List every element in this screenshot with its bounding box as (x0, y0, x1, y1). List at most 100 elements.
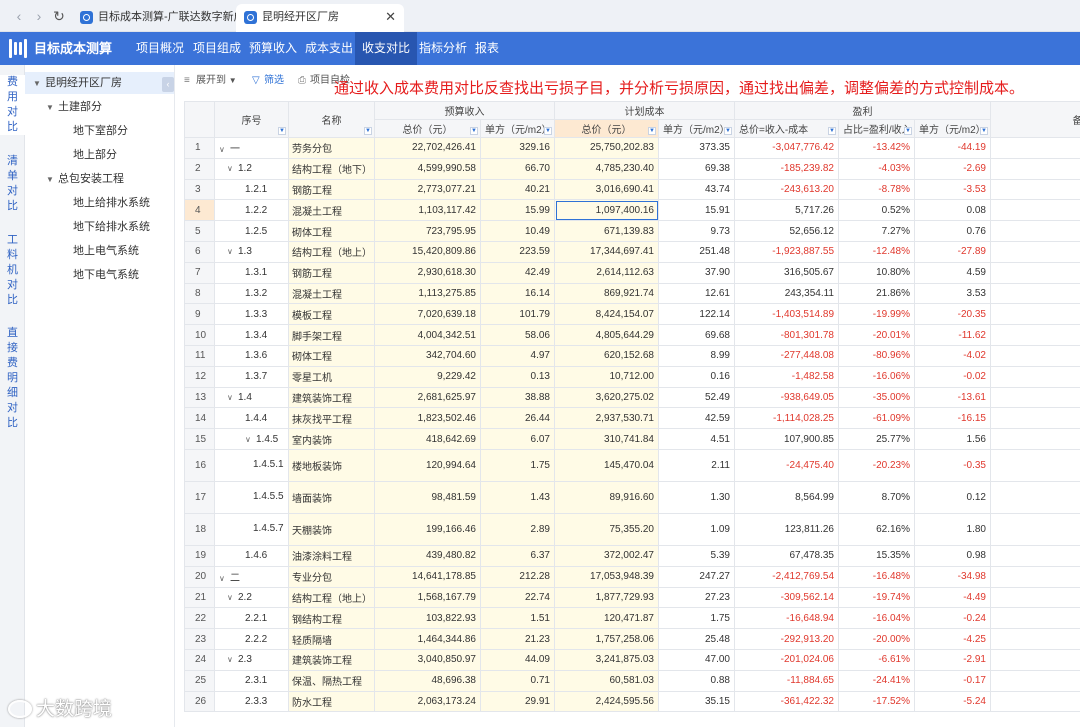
cell-profit-unit[interactable]: -5.24 (914, 690, 991, 713)
cell-plan-total[interactable]: 3,620,275.02 (554, 386, 659, 409)
tree-node-below-water[interactable]: 地下给排水系统 (25, 216, 174, 238)
cell-profit-ratio[interactable]: 0.52% (838, 199, 915, 222)
cell-plan-total[interactable]: 869,921.74 (554, 282, 659, 305)
cell-profit-ratio[interactable]: -8.78% (838, 178, 915, 201)
cell-budget-total[interactable]: 4,599,990.58 (374, 157, 481, 180)
cell-seq[interactable]: 1.4.6 (214, 544, 289, 567)
cell-profit-ratio[interactable]: 8.70% (838, 480, 915, 514)
cell-budget-total[interactable]: 22,702,426.41 (374, 137, 481, 159)
tree-node-civil[interactable]: ▼ 土建部分 (25, 96, 174, 118)
cell-plan-total[interactable]: 17,053,948.39 (554, 565, 659, 588)
column-menu-icon[interactable]: ▼ (470, 127, 478, 135)
cell-plan-total[interactable]: 89,916.60 (554, 480, 659, 514)
cell-budget-total[interactable]: 103,822.93 (374, 607, 481, 630)
filter-button[interactable]: ▽ 筛选 (252, 73, 284, 89)
cell-plan-unit[interactable]: 37.90 (658, 261, 735, 284)
cell-budget-unit[interactable]: 44.09 (480, 648, 555, 671)
cell-profit-unit[interactable]: 0.12 (914, 480, 991, 514)
cell-profit-unit[interactable]: 0.08 (914, 199, 991, 222)
cell-name[interactable]: 结构工程（地上） (288, 586, 375, 609)
cell-name[interactable]: 混凝土工程 (288, 282, 375, 305)
cell-plan-total[interactable]: 2,424,595.56 (554, 690, 659, 713)
cell-note[interactable] (990, 407, 1080, 430)
cell-plan-total[interactable]: 3,241,875.03 (554, 648, 659, 671)
cell-budget-total[interactable]: 342,704.60 (374, 344, 481, 367)
cell-plan-total[interactable]: 75,355.20 (554, 512, 659, 546)
cell-plan-unit[interactable]: 15.91 (658, 199, 735, 222)
chevron-down-icon[interactable]: ▼ (33, 73, 45, 95)
cell-budget-unit[interactable]: 329.16 (480, 137, 555, 159)
cell-profit-total[interactable]: -938,649.05 (734, 386, 839, 409)
cell-seq[interactable]: ∨ 2.3 (214, 648, 289, 671)
table-row[interactable]: 2 ∨ 1.2 结构工程（地下） 4,599,990.58 66.70 4,785,230.… (184, 157, 1080, 180)
cell-profit-total[interactable]: -309,562.14 (734, 586, 839, 609)
cell-profit-unit[interactable]: -0.35 (914, 448, 991, 482)
cell-budget-total[interactable]: 4,004,342.51 (374, 324, 481, 346)
cell-note[interactable] (990, 282, 1080, 305)
cell-budget-unit[interactable]: 0.71 (480, 669, 555, 692)
cell-profit-ratio[interactable]: -6.61% (838, 648, 915, 671)
menu-project-overview[interactable]: 项目概况 (130, 32, 190, 65)
cell-profit-ratio[interactable]: 25.77% (838, 428, 915, 450)
cell-profit-ratio[interactable]: -13.42% (838, 137, 915, 159)
table-row[interactable]: 26 2.3.3 防水工程 2,063,173.24 29.91 2,424,595.56… (184, 690, 1080, 713)
cell-plan-total[interactable]: 310,741.84 (554, 428, 659, 450)
cell-profit-unit[interactable]: -27.89 (914, 240, 991, 263)
cell-budget-total[interactable]: 48,696.38 (374, 669, 481, 692)
cell-note[interactable] (990, 303, 1080, 326)
cell-plan-unit[interactable]: 122.14 (658, 303, 735, 326)
header-plan-total[interactable]: 总价（元） ▼ (554, 119, 659, 138)
cell-plan-unit[interactable]: 12.61 (658, 282, 735, 305)
cell-name[interactable]: 保温、隔热工程 (288, 669, 375, 692)
cell-seq[interactable]: ∨ 二 (214, 565, 289, 588)
column-menu-icon[interactable]: ▼ (364, 127, 372, 135)
cell-plan-unit[interactable]: 5.39 (658, 544, 735, 567)
cell-plan-total[interactable]: 145,470.04 (554, 448, 659, 482)
cell-name[interactable]: 钢结构工程 (288, 607, 375, 630)
table-row[interactable]: 21 ∨ 2.2 结构工程（地上） 1,568,167.79 22.74 1,877,729… (184, 586, 1080, 609)
cell-plan-unit[interactable]: 4.51 (658, 428, 735, 450)
cell-note[interactable] (990, 386, 1080, 409)
cell-budget-unit[interactable]: 101.79 (480, 303, 555, 326)
cell-plan-total[interactable]: 1,757,258.06 (554, 628, 659, 650)
cell-plan-unit[interactable]: 25.48 (658, 628, 735, 650)
cell-name[interactable]: 混凝土工程 (288, 199, 375, 222)
chevron-down-icon[interactable]: ∨ (227, 593, 238, 602)
menu-indicator-analysis[interactable]: 指标分析 (413, 32, 473, 65)
cell-budget-total[interactable]: 2,930,618.30 (374, 261, 481, 284)
chevron-down-icon[interactable]: ∨ (219, 145, 230, 154)
cell-profit-total[interactable]: 123,811.26 (734, 512, 839, 546)
cell-note[interactable] (990, 480, 1080, 514)
header-name[interactable]: 名称 ▼ (288, 101, 375, 138)
column-menu-icon[interactable]: ▼ (828, 127, 836, 135)
cell-note[interactable] (990, 512, 1080, 546)
cell-plan-total[interactable]: 17,344,697.41 (554, 240, 659, 263)
reload-icon[interactable]: ↻ (50, 7, 68, 25)
cell-plan-unit[interactable]: 1.75 (658, 607, 735, 630)
cell-plan-total[interactable]: 3,016,690.41 (554, 178, 659, 201)
cell-seq[interactable]: 1.3.3 (214, 303, 289, 326)
chevron-down-icon[interactable]: ∨ (227, 393, 238, 402)
cell-budget-unit[interactable]: 1.43 (480, 480, 555, 514)
cell-profit-total[interactable]: 52,656.12 (734, 220, 839, 242)
cell-note[interactable] (990, 365, 1080, 388)
cell-plan-total[interactable]: 372,002.47 (554, 544, 659, 567)
cell-budget-total[interactable]: 418,642.69 (374, 428, 481, 450)
cell-name[interactable]: 结构工程（地下） (288, 157, 375, 180)
cell-budget-unit[interactable]: 2.89 (480, 512, 555, 546)
chevron-down-icon[interactable]: ∨ (219, 574, 230, 583)
header-seq[interactable]: 序号 ▼ (214, 101, 289, 138)
cell-name[interactable]: 模板工程 (288, 303, 375, 326)
cell-profit-unit[interactable]: 0.76 (914, 220, 991, 242)
cell-profit-unit[interactable]: -3.53 (914, 178, 991, 201)
cell-profit-unit[interactable]: 4.59 (914, 261, 991, 284)
cell-budget-unit[interactable]: 223.59 (480, 240, 555, 263)
cell-plan-unit[interactable]: 35.15 (658, 690, 735, 713)
cell-plan-unit[interactable]: 42.59 (658, 407, 735, 430)
close-tab-icon[interactable]: ✕ (385, 4, 396, 30)
cell-seq[interactable]: 2.2.1 (214, 607, 289, 630)
cell-profit-unit[interactable]: -4.25 (914, 628, 991, 650)
cell-plan-unit[interactable]: 0.88 (658, 669, 735, 692)
cell-profit-ratio[interactable]: -16.48% (838, 565, 915, 588)
cell-seq[interactable]: ∨ 1.3 (214, 240, 289, 263)
